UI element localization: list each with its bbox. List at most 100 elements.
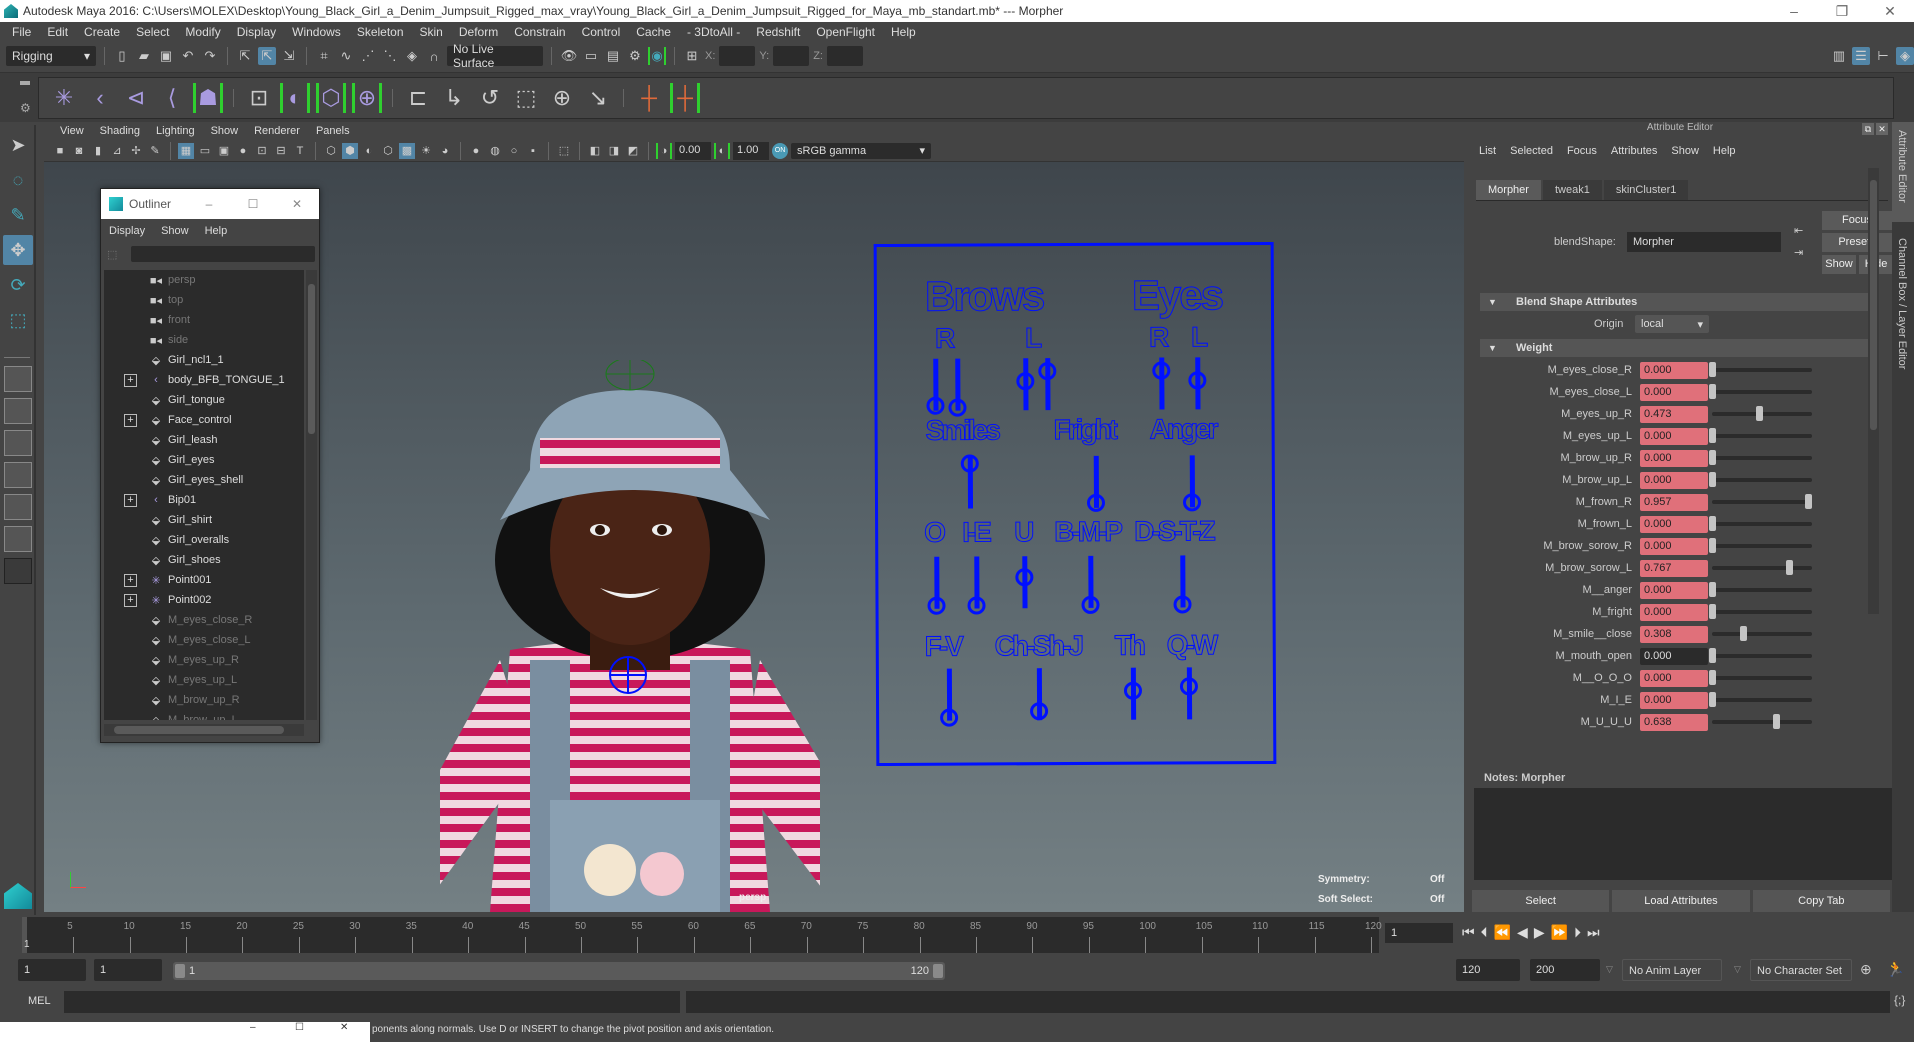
weight-slider[interactable]	[1709, 362, 1812, 377]
resolution-gate-icon[interactable]: ▣	[216, 143, 232, 159]
weight-slider-handle[interactable]	[1709, 450, 1716, 465]
bind-skin-icon[interactable]: ┼	[634, 83, 664, 113]
menu-skin[interactable]: Skin	[412, 25, 451, 39]
weight-slider-handle[interactable]	[1709, 670, 1716, 685]
view-transform-dropdown[interactable]: sRGB gamma ▾	[791, 142, 931, 159]
fc-slider-knob[interactable]	[1015, 568, 1034, 587]
fc-slider-knob[interactable]	[948, 398, 967, 417]
weight-value-field[interactable]: 0.000	[1640, 471, 1708, 489]
depth-of-field-icon[interactable]: ▪	[525, 143, 541, 159]
snap-magnet-icon[interactable]: ∩	[425, 47, 443, 65]
layout-hypershade-persp-icon[interactable]	[4, 494, 32, 520]
vp-menu-panels[interactable]: Panels	[308, 125, 358, 137]
layout-single-icon[interactable]	[4, 366, 32, 392]
grid-icon[interactable]: ▦	[178, 142, 194, 159]
locator-icon[interactable]: ✳	[49, 83, 79, 113]
ae-menu-show[interactable]: Show	[1671, 145, 1699, 157]
z-field[interactable]	[826, 46, 863, 66]
live-surface-field[interactable]: No Live Surface	[447, 42, 543, 70]
ae-menu-focus[interactable]: Focus	[1567, 145, 1597, 157]
minimize-button[interactable]: –	[1770, 3, 1818, 19]
xray-joints-icon[interactable]: ◩	[625, 143, 641, 159]
weight-value-field[interactable]: 0.000	[1640, 427, 1708, 445]
outliner-item[interactable]: ■◂ persp	[104, 270, 304, 290]
xray-icon[interactable]: ◧	[587, 143, 603, 159]
undo-icon[interactable]: ↶	[179, 47, 197, 65]
weight-slider-handle[interactable]	[1709, 604, 1716, 619]
ae-menu-help[interactable]: Help	[1713, 145, 1736, 157]
outliner-item[interactable]: ⬙ Girl_leash	[104, 430, 304, 450]
outliner-item[interactable]: + ✳ Point002	[104, 590, 304, 610]
weight-value-field[interactable]: 0.000	[1640, 581, 1708, 599]
fc-slider-knob[interactable]	[1173, 595, 1192, 614]
maximize-button[interactable]: ❐	[1818, 3, 1866, 20]
menu-help[interactable]: Help	[883, 25, 924, 39]
ae-menu-selected[interactable]: Selected	[1510, 145, 1553, 157]
hypershade-icon[interactable]: ◉	[648, 47, 666, 65]
presets-button[interactable]: Presets	[1822, 233, 1892, 252]
weight-slider[interactable]	[1712, 560, 1812, 575]
wireframe-icon[interactable]: ⬡	[323, 143, 339, 159]
modeling-toolkit-icon[interactable]: ▥	[1830, 47, 1848, 65]
range-end-handle[interactable]	[933, 964, 943, 978]
fc-slider-knob[interactable]	[1123, 681, 1143, 700]
ae-menu-list[interactable]: List	[1479, 145, 1496, 157]
menu-select[interactable]: Select	[128, 25, 177, 39]
go-to-start-icon[interactable]: ⏮	[1462, 924, 1475, 941]
weight-slider-handle[interactable]	[1709, 428, 1716, 443]
gamma-icon[interactable]: ◐	[714, 142, 730, 159]
range-bar[interactable]: 1 120	[173, 962, 945, 980]
weight-slider[interactable]	[1709, 670, 1812, 685]
fc-slider-knob[interactable]	[1188, 371, 1207, 390]
outliner-horizontal-scrollbar[interactable]	[104, 724, 304, 736]
weight-slider[interactable]	[1709, 538, 1812, 553]
character-set-dropdown[interactable]: No Character Set	[1750, 959, 1852, 981]
close-button[interactable]: ✕	[340, 1022, 348, 1033]
gate-mask-icon[interactable]: ●	[235, 143, 251, 159]
outliner-item[interactable]: ⬙ Girl_shoes	[104, 550, 304, 570]
animation-end-field[interactable]: 200	[1530, 959, 1600, 981]
joint-tool-icon[interactable]: ‹	[85, 83, 115, 113]
select-camera-icon[interactable]: ■	[52, 143, 68, 159]
go-to-output-icon[interactable]: ⇥	[1794, 246, 1803, 259]
ae-menu-attributes[interactable]: Attributes	[1611, 145, 1657, 157]
redo-icon[interactable]: ↷	[201, 47, 219, 65]
weight-slider-handle[interactable]	[1709, 472, 1716, 487]
outliner-item[interactable]: ⬙ Girl_eyes	[104, 450, 304, 470]
ae-vertical-scrollbar[interactable]	[1868, 168, 1879, 614]
float-panel-icon[interactable]: ⧉	[1862, 123, 1874, 135]
tab-morpher[interactable]: Morpher	[1476, 180, 1541, 200]
camera-attributes-icon[interactable]: ◙	[71, 143, 87, 159]
select-tool-icon[interactable]: ➤	[3, 130, 33, 160]
fc-slider-knob[interactable]	[927, 596, 946, 615]
outliner-item[interactable]: ⬙ Girl_ncl1_1	[104, 350, 304, 370]
y-field[interactable]	[773, 46, 810, 66]
2d-pan-zoom-icon[interactable]: ✢	[128, 143, 144, 159]
multisample-aa-icon[interactable]: ○	[506, 143, 522, 159]
layout-outliner-persp-icon[interactable]	[4, 430, 32, 456]
motion-blur-icon[interactable]: ◍	[487, 143, 503, 159]
weight-value-field[interactable]: 0.000	[1640, 383, 1708, 401]
command-input[interactable]	[64, 991, 680, 1013]
weight-slider-handle[interactable]	[1709, 516, 1716, 531]
orient-constraint-icon[interactable]: ↺	[475, 83, 505, 113]
playback-end-field[interactable]: 120	[1456, 959, 1520, 981]
channel-box-toggle-icon[interactable]: ◈	[1896, 47, 1914, 65]
screen-space-ao-icon[interactable]: ●	[468, 143, 484, 159]
vp-menu-renderer[interactable]: Renderer	[246, 125, 308, 137]
outliner-item[interactable]: ⬙ Girl_tongue	[104, 390, 304, 410]
weight-value-field[interactable]: 0.473	[1640, 405, 1708, 423]
weight-value-field[interactable]: 0.957	[1640, 493, 1708, 511]
gamma-field[interactable]: 1.00	[733, 141, 769, 160]
fc-slider-knob[interactable]	[967, 596, 986, 615]
weight-value-field[interactable]: 0.000	[1640, 647, 1708, 665]
ipr-render-icon[interactable]: ▤	[604, 47, 622, 65]
playback-start-field[interactable]: 1	[94, 959, 162, 981]
lasso-tool-icon[interactable]: ◌	[3, 165, 33, 195]
menu-file[interactable]: File	[4, 25, 39, 39]
exposure-icon[interactable]: ◑	[656, 142, 672, 159]
outliner-title-bar[interactable]: Outliner – ☐ ✕	[101, 189, 319, 219]
weight-slider[interactable]	[1709, 472, 1812, 487]
save-scene-icon[interactable]: ▣	[157, 47, 175, 65]
show-button[interactable]: Show	[1822, 255, 1856, 274]
